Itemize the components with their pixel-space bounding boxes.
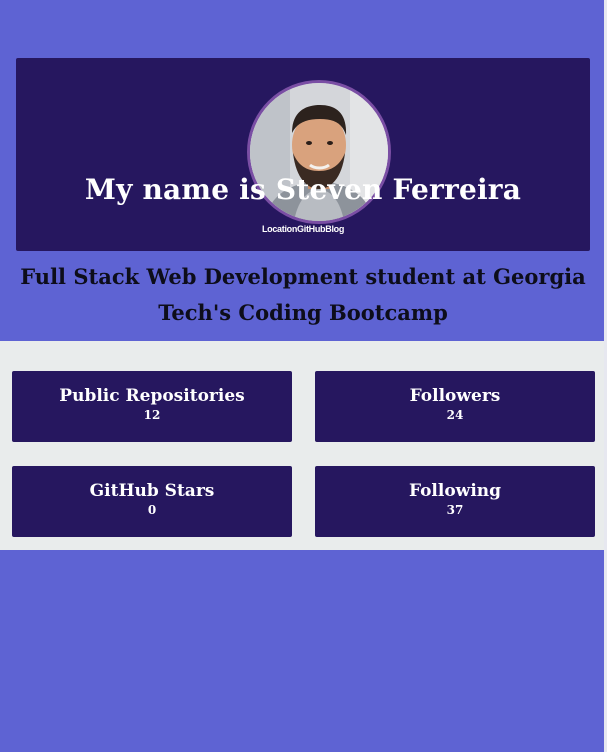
profile-links: LocationGitHubBlog (16, 223, 590, 235)
stat-card-github-stars: GitHub Stars 0 (12, 466, 292, 537)
stat-label: Public Repositories (59, 386, 245, 406)
stat-value: 0 (147, 503, 157, 517)
stat-card-followers: Followers 24 (315, 371, 595, 442)
bio-text: Full Stack Web Development student at Ge… (20, 264, 586, 325)
stat-value: 37 (446, 503, 464, 517)
stats-section: Public Repositories 12 Followers 24 GitH… (0, 341, 604, 550)
stat-card-following: Following 37 (315, 466, 595, 537)
stat-card-public-repositories: Public Repositories 12 (12, 371, 292, 442)
stat-label: GitHub Stars (89, 481, 215, 501)
stat-label: Followers (409, 386, 501, 406)
location-link[interactable]: Location (262, 224, 297, 234)
blog-link[interactable]: Blog (325, 224, 344, 234)
stat-label: Following (408, 481, 502, 501)
page-title: My name is Steven Ferreira (84, 173, 522, 206)
github-link[interactable]: GitHub (297, 224, 326, 234)
stat-value: 12 (143, 408, 161, 422)
stat-value: 24 (446, 408, 464, 422)
